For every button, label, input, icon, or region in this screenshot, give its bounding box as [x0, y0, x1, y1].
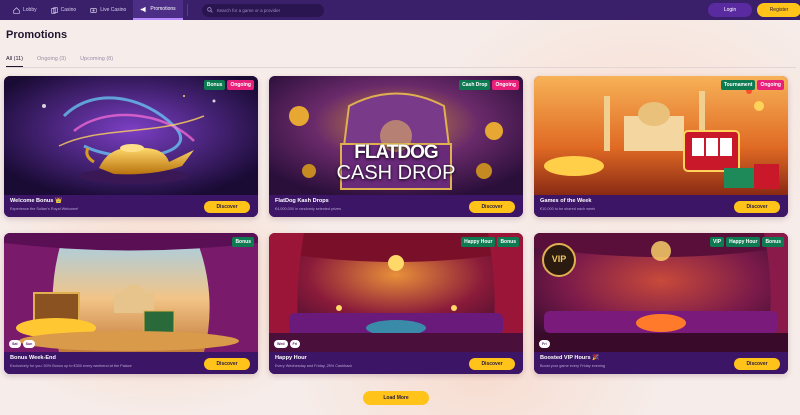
search-placeholder: Search for a game or a provider [216, 7, 281, 13]
promo-card-bonus-week-end[interactable]: Bonus Sat Sun Bonus Week-End Exclusively… [4, 233, 258, 374]
search-input[interactable]: Search for a game or a provider [201, 3, 324, 17]
promo-card-welcome-bonus[interactable]: Bonus Ongoing Welcome Bonus 👑 Experience… [4, 76, 258, 217]
page-title: Promotions [6, 29, 68, 41]
card-footer: Happy Hour Every Wednesday and Friday, 2… [269, 352, 523, 374]
promo-image-vip-lounge: VIP [534, 233, 788, 352]
badge-ongoing: Ongoing [492, 80, 519, 90]
day-chip-sun: Sun [22, 340, 36, 348]
discover-button[interactable]: Discover [469, 201, 515, 213]
live-icon [90, 7, 97, 14]
cash-drop-logo-text: CASH DROP [336, 162, 456, 184]
vip-emblem-text: VIP [551, 254, 567, 264]
login-button[interactable]: Login [708, 3, 752, 17]
day-chip-wed: Wed [274, 340, 288, 348]
badge-ongoing: Ongoing [757, 80, 784, 90]
card-footer: Welcome Bonus 👑 Experience the Sultan's … [4, 195, 258, 217]
nav-casino[interactable]: Casino [44, 0, 84, 20]
badge-bonus: Bonus [497, 237, 519, 247]
flatdog-logo-text: FLATDOG [354, 142, 438, 163]
home-icon [13, 6, 20, 14]
day-chip-fri: Fri [289, 340, 301, 348]
badge-bonus: Bonus [232, 237, 254, 247]
badge-bonus: Bonus [762, 237, 784, 247]
card-footer: FlatDog Kash Drops €4,000,000 in randoml… [269, 195, 523, 217]
load-more-button[interactable]: Load More [363, 391, 429, 405]
top-navigation-bar: Lobby Casino Live Casino Promotions Sear… [0, 0, 800, 20]
badge-group: Bonus Ongoing [203, 80, 254, 90]
promo-image-lounge [269, 233, 523, 352]
nav-lobby-label: Lobby [23, 7, 37, 13]
nav-live-casino[interactable]: Live Casino [83, 0, 133, 20]
badge-ongoing: Ongoing [227, 80, 254, 90]
nav-casino-label: Casino [60, 7, 77, 13]
day-chip-fri: Fri [539, 340, 550, 348]
badge-group: Cash Drop Ongoing [459, 80, 519, 90]
discover-button[interactable]: Discover [469, 358, 515, 370]
card-footer: Boosted VIP Hours 🎉 Boost your game ever… [534, 352, 788, 374]
day-chips: Fri [539, 340, 550, 348]
tab-ongoing[interactable]: Ongoing (3) [37, 56, 66, 67]
badge-group: Happy Hour Bonus [461, 237, 519, 247]
badge-group: Tournament Ongoing [720, 80, 784, 90]
badge-happy-hour: Happy Hour [726, 237, 761, 247]
badge-bonus: Bonus [203, 80, 226, 90]
register-button[interactable]: Register [757, 3, 800, 17]
search-icon [206, 6, 213, 14]
nav-divider [186, 4, 188, 16]
badge-group: VIP Happy Hour Bonus [710, 237, 784, 247]
nav-promotions-label: Promotions [150, 6, 176, 12]
megaphone-icon [140, 6, 147, 13]
promo-image-magic-lamp [4, 76, 258, 195]
discover-button[interactable]: Discover [204, 358, 250, 370]
card-footer: Games of the Week €10,000 to be shared e… [534, 195, 788, 217]
badge-cash-drop: Cash Drop [459, 80, 491, 90]
promotion-tabs: All (11) Ongoing (3) Upcoming (8) [6, 56, 113, 67]
day-chips: Wed Fri [274, 340, 301, 348]
day-chip-sat: Sat [9, 340, 21, 348]
badge-group: Bonus [232, 237, 254, 247]
tab-all[interactable]: All (11) [6, 56, 24, 67]
nav-live-casino-label: Live Casino [100, 7, 127, 13]
promo-card-flatdog-kash-drops[interactable]: FLATDOG CASH DROP Cash Drop Ongoing Flat… [269, 76, 523, 217]
badge-happy-hour: Happy Hour [461, 237, 496, 247]
badge-tournament: Tournament [720, 80, 756, 90]
badge-vip: VIP [710, 237, 725, 247]
promo-image-desert-treasure [4, 233, 258, 352]
promo-card-happy-hour[interactable]: Happy Hour Bonus Wed Fri Happy Hour Ever… [269, 233, 523, 374]
tab-upcoming[interactable]: Upcoming (8) [80, 56, 113, 67]
card-footer: Bonus Week-End Exclusively for you: 50% … [4, 352, 258, 374]
promo-card-games-of-the-week[interactable]: Tournament Ongoing Games of the Week €10… [534, 76, 788, 217]
tabs-divider [6, 67, 796, 68]
promo-card-boosted-vip-hours[interactable]: VIP VIP Happy Hour Bonus Fri Boosted VIP… [534, 233, 788, 374]
nav-lobby[interactable]: Lobby [6, 0, 44, 20]
cards-icon [50, 6, 58, 14]
nav-promotions[interactable]: Promotions [133, 0, 183, 20]
discover-button[interactable]: Discover [734, 201, 780, 213]
day-chips: Sat Sun [9, 340, 36, 348]
promo-image-palace-slots [534, 76, 788, 195]
discover-button[interactable]: Discover [734, 358, 780, 370]
promo-image-treasure-chest: FLATDOG CASH DROP [269, 76, 523, 195]
discover-button[interactable]: Discover [204, 201, 250, 213]
